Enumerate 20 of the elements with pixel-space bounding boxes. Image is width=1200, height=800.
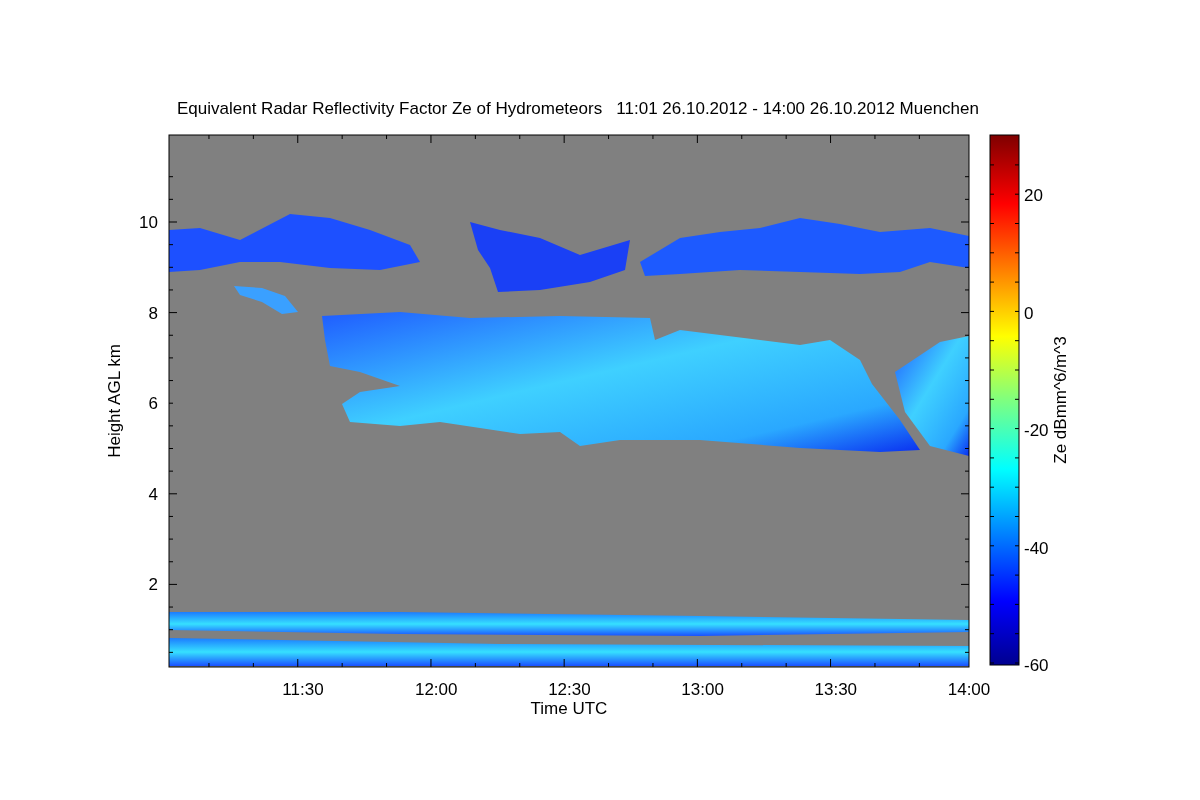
colorbar-tick-label: -20 (1024, 421, 1049, 440)
x-tick-label: 13:00 (681, 680, 724, 699)
y-tick-label: 6 (148, 394, 158, 414)
x-tick-label: 12:00 (414, 680, 458, 699)
y-tick-label: 8 (148, 303, 158, 323)
colorbar-label: Ze dBmm^6/m^3 (1051, 336, 1070, 464)
colorbar-tick-label: 20 (1024, 186, 1043, 205)
colorbar-tick-label: -60 (1024, 656, 1049, 675)
y-tick-label: 2 (148, 575, 158, 595)
x-tick-label: 13:30 (814, 680, 858, 699)
y-tick-label: 4 (148, 484, 158, 504)
x-tick-label: 11:30 (282, 680, 324, 699)
x-axis-label: Time UTC (530, 699, 608, 718)
y-tick-label: 10 (139, 213, 158, 232)
colorbar-tick-label: -40 (1024, 538, 1049, 558)
y-axis-label: Height AGL km (105, 344, 124, 458)
colorbar-tick-label: 0 (1024, 303, 1034, 323)
x-tick-label: 14:00 (947, 680, 991, 699)
chart-title: Equivalent Radar Reflectivity Factor Ze of Hydrometeors 11:01 26.10.2012 - 14:00 26.10.2012 Muenchen (177, 99, 979, 118)
x-tick-label: 12:30 (548, 680, 591, 699)
